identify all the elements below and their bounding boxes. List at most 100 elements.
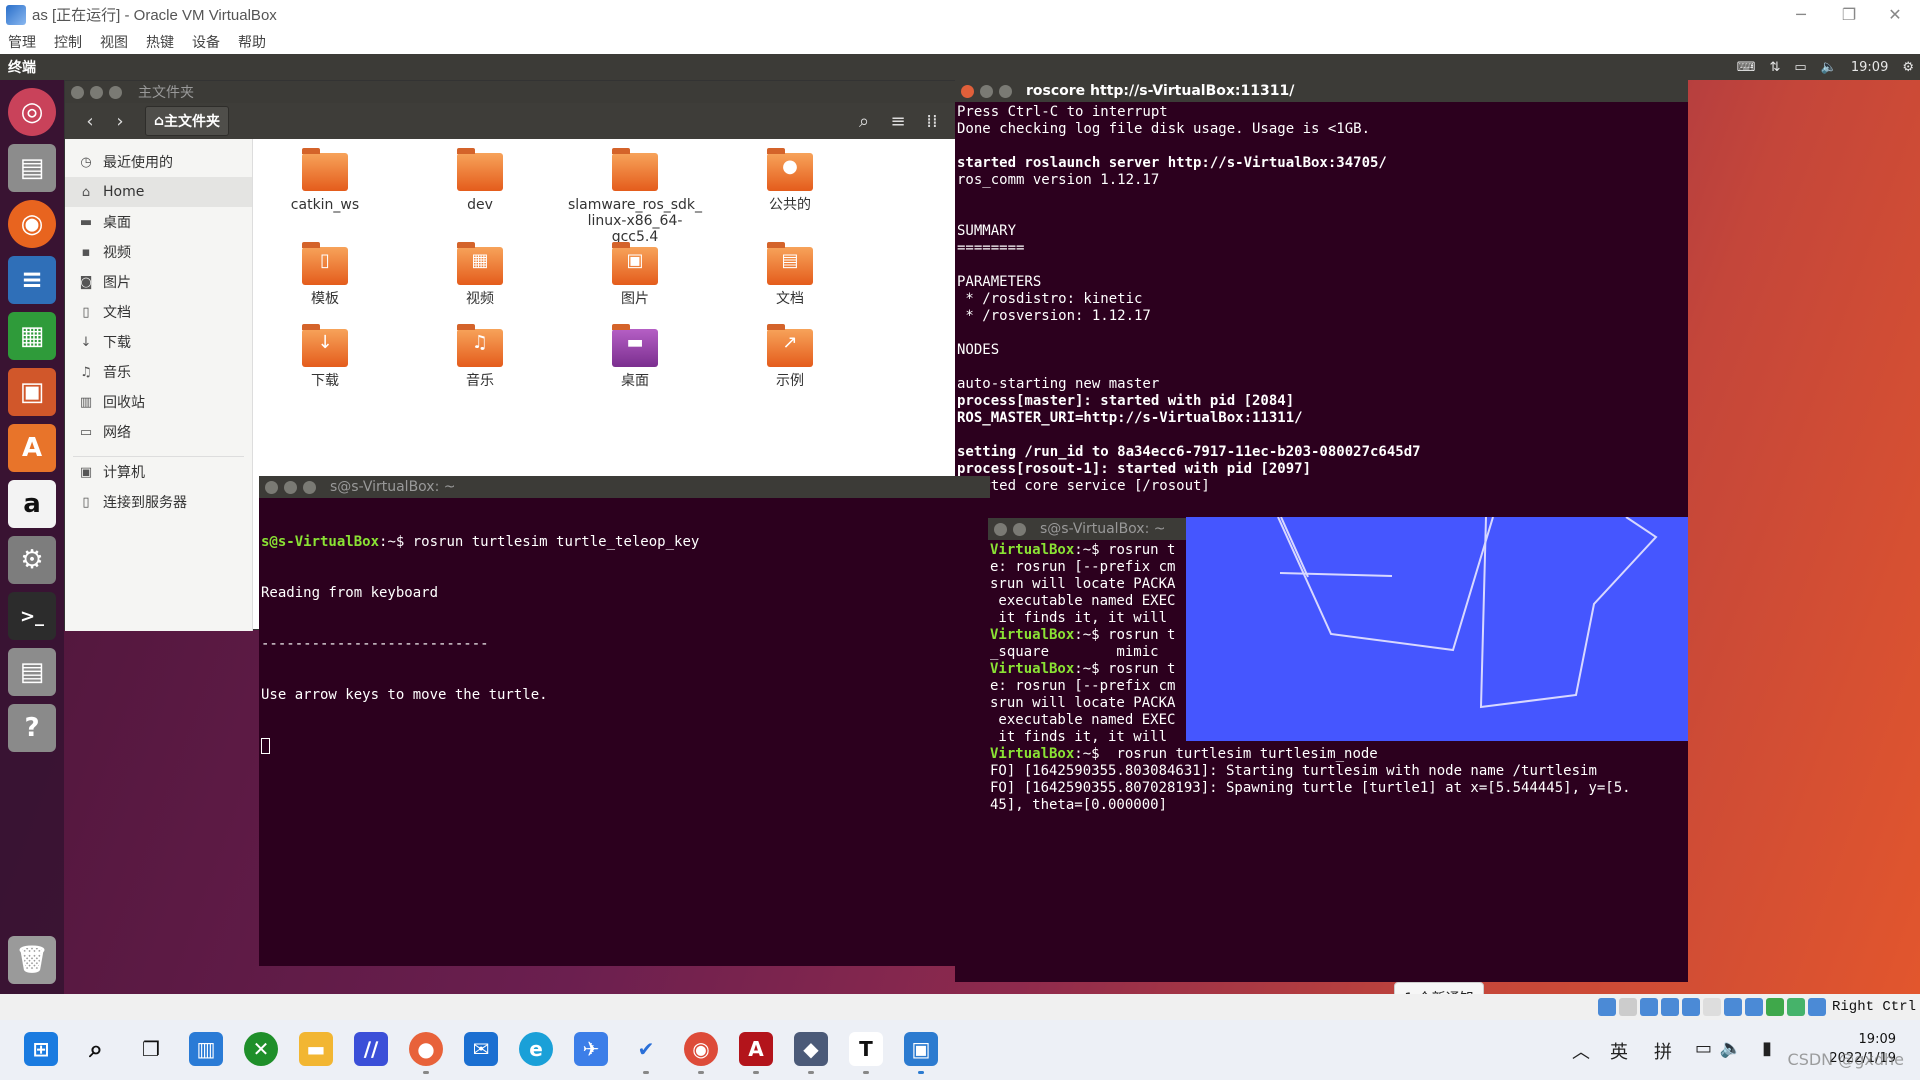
menu-devices[interactable]: 设备 xyxy=(192,32,220,52)
close-button[interactable] xyxy=(994,522,1007,536)
folder-item[interactable]: ▣ 图片 xyxy=(565,242,705,307)
keyboard-capture-icon[interactable] xyxy=(1807,998,1826,1016)
sidebar-item-desktop[interactable]: ▬ 桌面 xyxy=(65,207,252,237)
folder-item[interactable]: ▯ 模板 xyxy=(255,242,395,307)
shared-folder-icon[interactable] xyxy=(1702,998,1721,1016)
menu-manage[interactable]: 管理 xyxy=(8,32,36,52)
back-arrow-icon[interactable]: ‹ xyxy=(75,107,105,135)
files-launcher-icon-2[interactable]: ▤ xyxy=(8,648,56,696)
turtlesim-canvas[interactable] xyxy=(1186,517,1688,741)
audio-icon[interactable] xyxy=(1639,998,1658,1016)
volume-tray-icon[interactable]: 🔈 xyxy=(1720,1038,1742,1059)
menu-hotkey[interactable]: 热键 xyxy=(146,32,174,52)
close-button[interactable] xyxy=(265,480,278,494)
writer-icon[interactable]: ≡ xyxy=(8,256,56,304)
folder-item[interactable]: catkin_ws xyxy=(255,148,395,213)
tray-overflow-chevron-icon[interactable]: ︿ xyxy=(1572,1038,1590,1064)
folder-item[interactable]: ▤ 文档 xyxy=(720,242,860,307)
sidebar-item-connect-server[interactable]: ▯ 连接到服务器 xyxy=(65,487,252,517)
todo-icon[interactable]: ✔ xyxy=(629,1032,663,1066)
sidebar-item-home[interactable]: ⌂ Home xyxy=(65,177,252,207)
maps-icon[interactable]: ● xyxy=(409,1032,443,1066)
settings-gear-icon[interactable]: ⚙ xyxy=(1902,60,1914,75)
sidebar-item-videos[interactable]: ▪ 视频 xyxy=(65,237,252,267)
widgets-icon[interactable]: ▥ xyxy=(189,1032,223,1066)
minimize-button[interactable] xyxy=(1013,522,1026,536)
sidebar-item-recent[interactable]: ◷ 最近使用的 xyxy=(65,147,252,177)
chrome-icon[interactable]: ◉ xyxy=(684,1032,718,1066)
folder-item[interactable]: dev xyxy=(410,148,550,213)
firefox-icon[interactable]: ◉ xyxy=(8,200,56,248)
maximize-button[interactable] xyxy=(999,84,1012,98)
maximize-button[interactable] xyxy=(109,85,122,99)
pdf-reader-icon[interactable]: A xyxy=(739,1032,773,1066)
search-icon[interactable]: ⌕ xyxy=(849,107,879,135)
display-icon[interactable] xyxy=(1723,998,1742,1016)
menu-help[interactable]: 帮助 xyxy=(238,32,266,52)
list-view-icon[interactable]: ≡ xyxy=(883,107,913,135)
volume-icon[interactable]: 🔈 xyxy=(1821,60,1837,75)
menu-control[interactable]: 控制 xyxy=(54,32,82,52)
task-view-icon[interactable]: ❐ xyxy=(134,1032,168,1066)
system-settings-icon[interactable]: ⚙ xyxy=(8,536,56,584)
search-icon[interactable]: ⌕ xyxy=(79,1032,113,1066)
sidebar-item-trash[interactable]: ▥ 回收站 xyxy=(65,387,252,417)
network-tray-icon[interactable]: ▭ xyxy=(1695,1038,1712,1059)
terminal-launcher-icon[interactable]: >_ xyxy=(8,592,56,640)
xbox-icon[interactable]: ✕ xyxy=(244,1032,278,1066)
hard-disk-icon[interactable] xyxy=(1597,998,1616,1016)
battery-tray-icon[interactable]: ▮ xyxy=(1762,1038,1772,1059)
windows-start-icon[interactable]: ⊞ xyxy=(24,1032,58,1066)
folder-item[interactable]: ▬ 桌面 xyxy=(565,324,705,389)
ubuntu-dash-icon[interactable]: ◎ xyxy=(8,88,56,136)
forward-arrow-icon[interactable]: › xyxy=(105,107,135,135)
folder-item[interactable]: ↗ 示例 xyxy=(720,324,860,389)
sidebar-item-pictures[interactable]: ◙ 图片 xyxy=(65,267,252,297)
trash-icon[interactable]: 🗑 xyxy=(8,936,56,984)
folder-item[interactable]: ● 公共的 xyxy=(720,148,860,213)
folder-item[interactable]: ↓ 下载 xyxy=(255,324,395,389)
sidebar-item-downloads[interactable]: ↓ 下载 xyxy=(65,327,252,357)
ime-mode-indicator[interactable]: 拼 xyxy=(1654,1038,1672,1064)
minimize-button[interactable] xyxy=(90,85,103,99)
mouse-integration-icon[interactable] xyxy=(1786,998,1805,1016)
minimize-button[interactable] xyxy=(284,480,297,494)
menu-view[interactable]: 视图 xyxy=(100,32,128,52)
sidebar-item-network[interactable]: ▭ 网络 xyxy=(65,417,252,447)
mail-icon[interactable]: ✉ xyxy=(464,1032,498,1066)
virtualbox-taskbar-icon[interactable]: ◆ xyxy=(794,1032,828,1066)
amazon-icon[interactable]: a xyxy=(8,480,56,528)
sidebar-item-music[interactable]: ♫ 音乐 xyxy=(65,357,252,387)
teleop-terminal-window[interactable]: s@s-VirtualBox: ~ s@s-VirtualBox:~$ rosr… xyxy=(259,476,990,966)
breadcrumb[interactable]: ⌂ 主文件夹 xyxy=(145,106,230,136)
files-launcher-icon[interactable]: ▤ xyxy=(8,144,56,192)
minimize-button[interactable] xyxy=(980,84,993,98)
minimize-icon[interactable]: ─ xyxy=(1778,0,1824,29)
close-icon[interactable]: ✕ xyxy=(1872,0,1918,29)
file-explorer-icon[interactable]: ▬ xyxy=(299,1032,333,1066)
battery-icon[interactable]: ▭ xyxy=(1794,60,1806,75)
sidebar-item-documents[interactable]: ▯ 文档 xyxy=(65,297,252,327)
vscode-like-icon[interactable]: ∕∕ xyxy=(354,1032,388,1066)
close-button[interactable] xyxy=(71,85,84,99)
help-icon[interactable]: ? xyxy=(8,704,56,752)
maximize-button[interactable] xyxy=(303,480,316,494)
keyboard-icon[interactable]: ⌨ xyxy=(1737,60,1756,75)
close-button[interactable] xyxy=(961,84,974,98)
restore-icon[interactable]: ❐ xyxy=(1826,0,1872,29)
video-capture-icon[interactable] xyxy=(1744,998,1763,1016)
feishu-icon[interactable]: ✈ xyxy=(574,1032,608,1066)
usb-icon[interactable] xyxy=(1681,998,1700,1016)
grid-view-icon[interactable]: ⁞⁞ xyxy=(917,107,947,135)
sidebar-item-computer[interactable]: ▣ 计算机 xyxy=(65,457,252,487)
edge-icon[interactable]: e xyxy=(519,1032,553,1066)
vm-window-icon[interactable]: ▣ xyxy=(904,1032,938,1066)
optical-drive-icon[interactable] xyxy=(1618,998,1637,1016)
folder-item[interactable]: ▦ 视频 xyxy=(410,242,550,307)
network-icon[interactable]: ⇅ xyxy=(1769,60,1780,75)
impress-icon[interactable]: ▣ xyxy=(8,368,56,416)
calc-icon[interactable]: ▦ xyxy=(8,312,56,360)
typora-icon[interactable]: T xyxy=(849,1032,883,1066)
software-center-icon[interactable]: A xyxy=(8,424,56,472)
cpu-icon[interactable] xyxy=(1765,998,1784,1016)
